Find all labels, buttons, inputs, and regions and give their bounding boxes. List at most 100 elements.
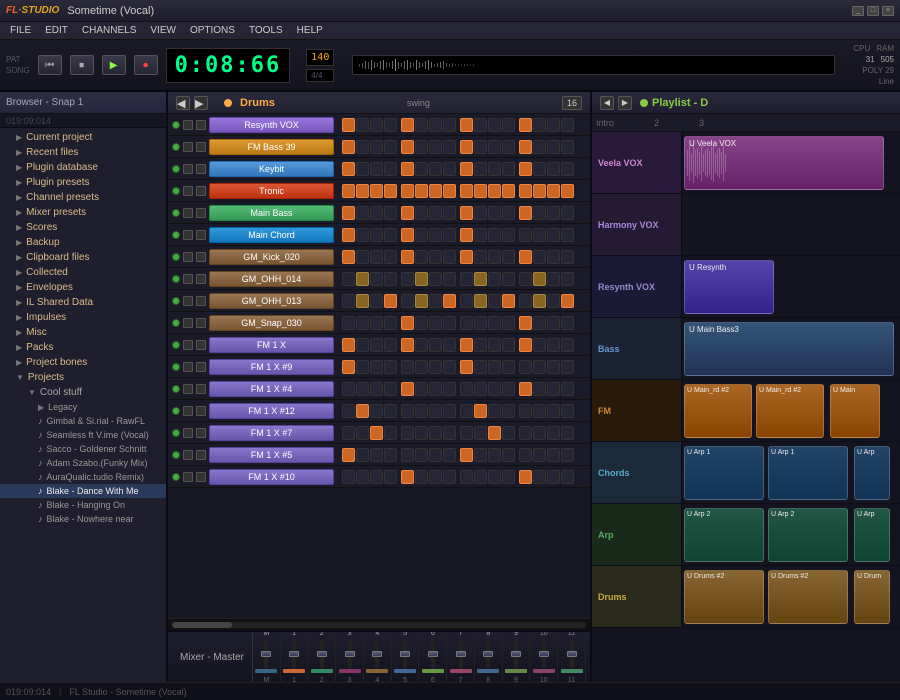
channel-name-btn[interactable]: FM 1 X #9 (209, 359, 334, 375)
step[interactable] (443, 118, 456, 132)
step[interactable] (474, 206, 487, 220)
channel-active-dot[interactable] (172, 319, 180, 327)
step[interactable] (342, 470, 355, 484)
step[interactable] (443, 470, 456, 484)
step[interactable] (488, 272, 501, 286)
browser-item-projects[interactable]: ▼ Projects (0, 370, 166, 385)
browser-item-envelopes[interactable]: ▶ Envelopes (0, 280, 166, 295)
step[interactable] (547, 382, 560, 396)
step[interactable] (547, 250, 560, 264)
step[interactable] (342, 316, 355, 330)
step[interactable] (356, 404, 369, 418)
step[interactable] (460, 140, 473, 154)
step[interactable] (370, 426, 383, 440)
stop-button[interactable]: ⏹ (70, 55, 94, 75)
channel-solo-btn[interactable] (196, 340, 206, 350)
channel-name-btn[interactable]: Main Chord (209, 227, 334, 243)
step[interactable] (429, 294, 442, 308)
track-block-arp3[interactable]: U Arp (854, 508, 890, 562)
step[interactable] (547, 404, 560, 418)
step[interactable] (502, 316, 515, 330)
track-block-chords3[interactable]: U Arp (854, 446, 890, 500)
step[interactable] (415, 162, 428, 176)
step[interactable] (533, 338, 546, 352)
step[interactable] (460, 228, 473, 242)
step[interactable] (401, 140, 414, 154)
step[interactable] (443, 360, 456, 374)
track-block[interactable]: U Veela VOX (684, 136, 884, 190)
step[interactable] (429, 426, 442, 440)
play-button[interactable]: ▶ (102, 55, 126, 75)
browser-item-sacco[interactable]: ♪ Sacco - Goldener Schnitt (0, 442, 166, 456)
playlist-nav-btn2[interactable]: ▶ (618, 96, 632, 110)
step[interactable] (370, 338, 383, 352)
step[interactable] (474, 316, 487, 330)
step[interactable] (415, 206, 428, 220)
step[interactable] (429, 250, 442, 264)
browser-item-collected[interactable]: ▶ Collected (0, 265, 166, 280)
scrollbar-thumb[interactable] (172, 622, 232, 628)
step[interactable] (415, 470, 428, 484)
step[interactable] (429, 206, 442, 220)
mixer-channel-8[interactable]: 7 7 (447, 630, 475, 682)
fader-handle[interactable] (261, 651, 271, 657)
step[interactable] (429, 162, 442, 176)
step[interactable] (401, 338, 414, 352)
step[interactable] (384, 382, 397, 396)
step[interactable] (429, 140, 442, 154)
step[interactable] (342, 162, 355, 176)
channel-mute-btn[interactable] (183, 318, 193, 328)
fader-handle[interactable] (372, 651, 382, 657)
step[interactable] (474, 250, 487, 264)
step[interactable] (460, 272, 473, 286)
channel-active-dot[interactable] (172, 473, 180, 481)
step[interactable] (547, 184, 560, 198)
step[interactable] (370, 118, 383, 132)
step[interactable] (488, 316, 501, 330)
step[interactable] (488, 118, 501, 132)
step[interactable] (356, 470, 369, 484)
track-label[interactable]: FM (592, 380, 682, 441)
channel-active-dot[interactable] (172, 297, 180, 305)
step[interactable] (474, 228, 487, 242)
step[interactable] (519, 294, 532, 308)
step[interactable] (401, 316, 414, 330)
step[interactable] (519, 448, 532, 462)
channel-name-btn[interactable]: FM 1 X (209, 337, 334, 353)
step[interactable] (415, 228, 428, 242)
step[interactable] (488, 382, 501, 396)
step[interactable] (370, 206, 383, 220)
step[interactable] (401, 294, 414, 308)
step[interactable] (443, 382, 456, 396)
step[interactable] (519, 162, 532, 176)
step[interactable] (547, 426, 560, 440)
channel-name-btn[interactable]: Main Bass (209, 205, 334, 221)
step[interactable] (460, 118, 473, 132)
step[interactable] (443, 338, 456, 352)
step[interactable] (342, 294, 355, 308)
step[interactable] (488, 250, 501, 264)
step[interactable] (474, 338, 487, 352)
step[interactable] (502, 294, 515, 308)
step[interactable] (401, 228, 414, 242)
track-label[interactable]: Arp (592, 504, 682, 565)
step[interactable] (502, 118, 515, 132)
step[interactable] (443, 426, 456, 440)
step[interactable] (502, 250, 515, 264)
channel-name-btn[interactable]: GM_Snap_030 (209, 315, 334, 331)
mixer-channel-10[interactable]: 9 9 (503, 630, 531, 682)
step[interactable] (415, 426, 428, 440)
channel-solo-btn[interactable] (196, 186, 206, 196)
browser-list[interactable]: ▶ Current project ▶ Recent files ▶ Plugi… (0, 128, 166, 682)
step[interactable] (488, 404, 501, 418)
channel-mute-btn[interactable] (183, 252, 193, 262)
channel-solo-btn[interactable] (196, 472, 206, 482)
step[interactable] (429, 118, 442, 132)
mixer-channel-5[interactable]: 4 4 (364, 630, 392, 682)
window-controls[interactable]: _ □ × (852, 6, 894, 16)
step[interactable] (443, 228, 456, 242)
step[interactable] (474, 184, 487, 198)
mixer-channel-9[interactable]: 8 8 (475, 630, 503, 682)
step[interactable] (342, 404, 355, 418)
channel-active-dot[interactable] (172, 143, 180, 151)
